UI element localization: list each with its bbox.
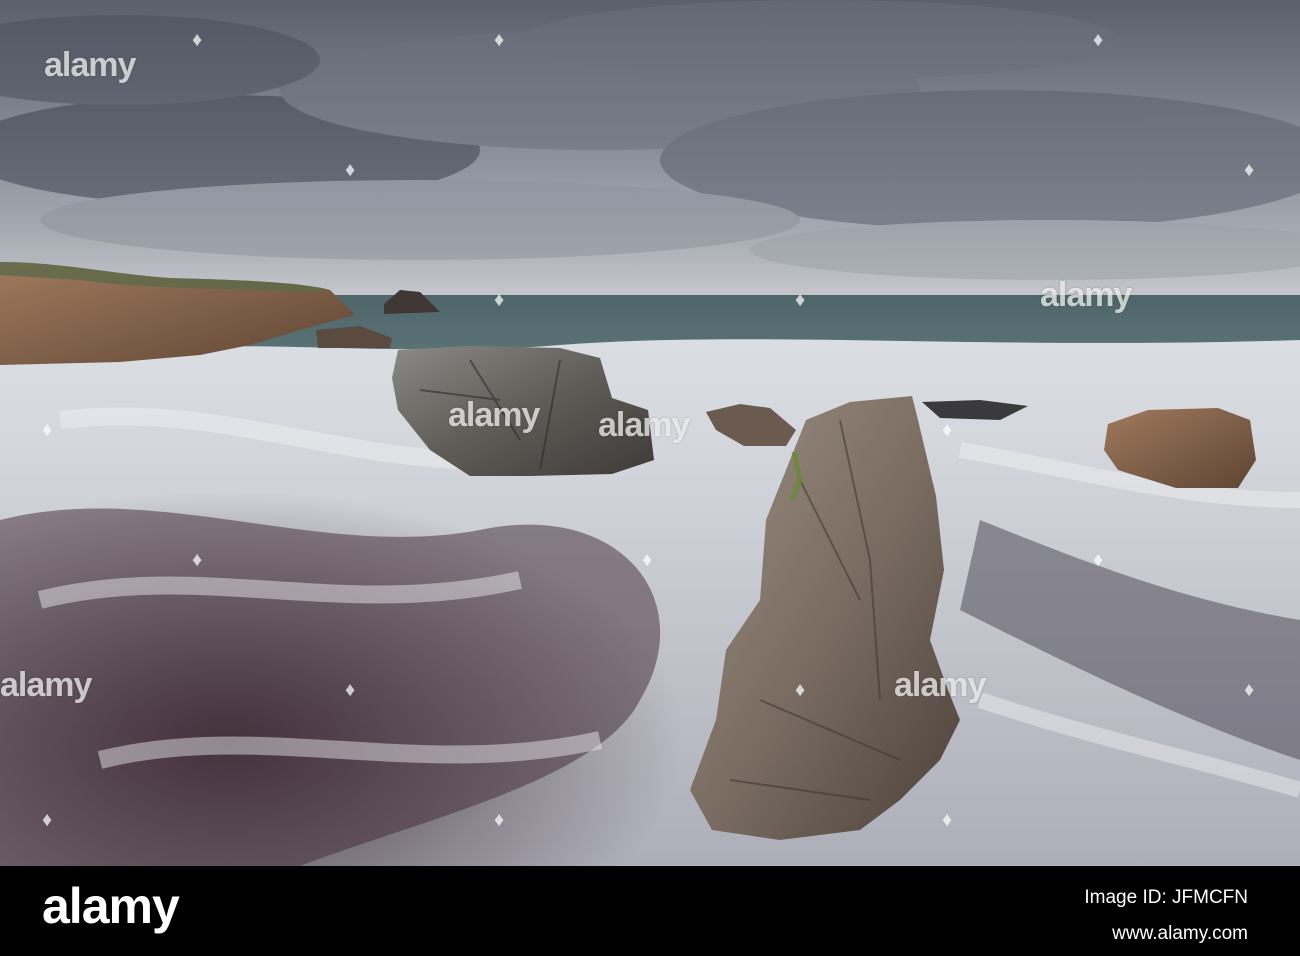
brand-logo[interactable]: alamy — [42, 878, 180, 934]
site-url[interactable]: www.alamy.com — [1112, 922, 1248, 946]
image-id: Image ID: JFMCFN — [1084, 887, 1248, 908]
watermark-text: alamy — [448, 396, 540, 434]
watermark-text: alamy — [894, 666, 986, 704]
watermark-text: alamy — [598, 406, 690, 444]
watermark-text: alamy — [44, 46, 136, 84]
watermark-text: alamy — [1040, 276, 1132, 314]
photo: alamy alamy alamy alamy alamy alamy ♦ ♦ … — [0, 0, 1300, 866]
watermark-text: alamy — [0, 666, 92, 704]
footer-bar — [0, 866, 1300, 956]
